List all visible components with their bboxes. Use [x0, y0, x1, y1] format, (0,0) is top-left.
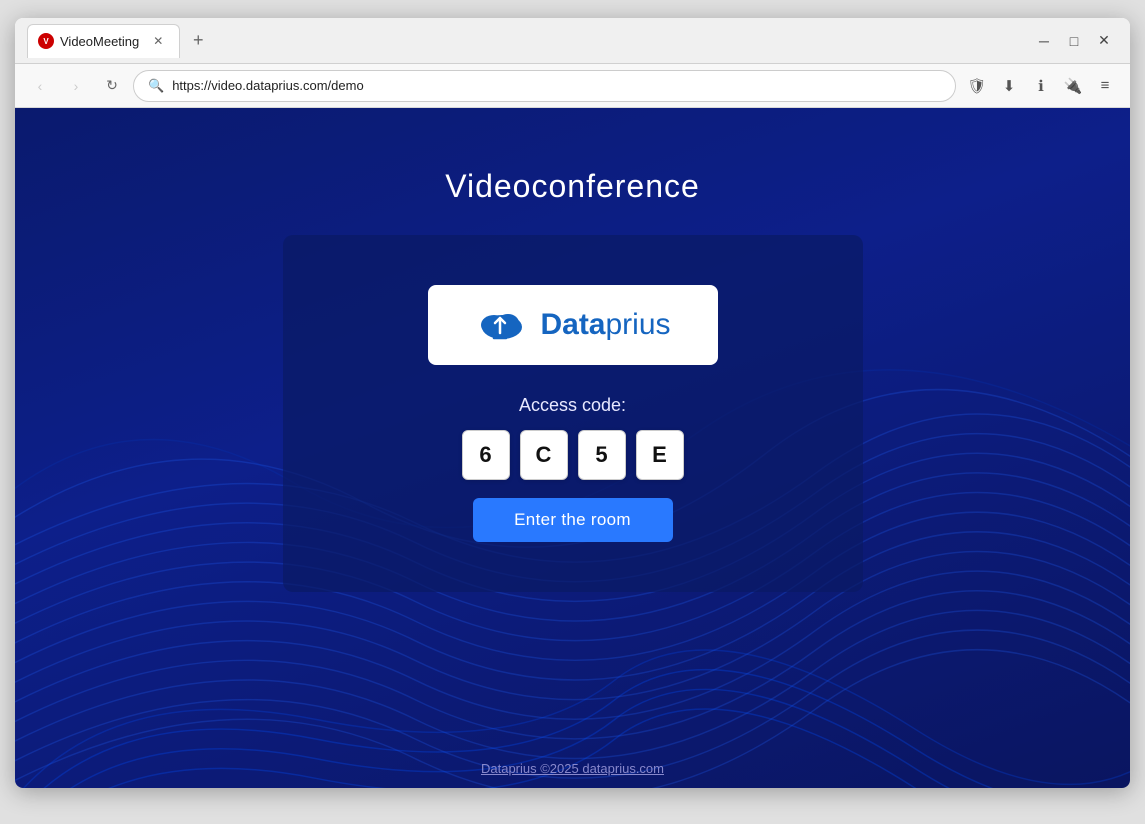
- footer-link[interactable]: Dataprius ©2025 dataprius.com: [481, 761, 664, 776]
- info-icon-button[interactable]: ℹ: [1026, 71, 1056, 101]
- page-title: Videoconference: [445, 168, 700, 205]
- logo-box: Dataprius: [428, 285, 718, 365]
- logo-cloud-icon: [474, 305, 526, 345]
- enter-room-button[interactable]: Enter the room: [473, 498, 673, 542]
- close-button[interactable]: ✕: [1090, 27, 1118, 55]
- page-content: .wave-line { fill: none; stroke: rgba(30…: [15, 108, 1130, 788]
- toolbar-icons: 🛡 ⬇ ℹ 🔌 ≡: [962, 71, 1120, 101]
- browser-window: V VideoMeeting ✕ + ─ □ ✕ ‹ › ↻ 🔍 🛡 ⬇ ℹ 🔌…: [15, 18, 1130, 788]
- pocket-icon-button[interactable]: 🛡: [962, 71, 992, 101]
- new-tab-button[interactable]: +: [184, 27, 212, 55]
- forward-button[interactable]: ›: [61, 71, 91, 101]
- menu-icon-button[interactable]: ≡: [1090, 71, 1120, 101]
- logo-light: prius: [606, 308, 671, 341]
- back-button[interactable]: ‹: [25, 71, 55, 101]
- code-digit-2[interactable]: C: [520, 430, 568, 480]
- tab-bar: V VideoMeeting ✕ +: [27, 24, 1022, 58]
- browser-toolbar: ‹ › ↻ 🔍 🛡 ⬇ ℹ 🔌 ≡: [15, 64, 1130, 108]
- address-bar-wrapper: 🔍: [133, 70, 956, 102]
- minimize-button[interactable]: ─: [1030, 27, 1058, 55]
- code-boxes: 6 C 5 E: [462, 430, 684, 480]
- window-controls: ─ □ ✕: [1030, 27, 1118, 55]
- logo-bold: Data: [540, 308, 605, 341]
- download-icon-button[interactable]: ⬇: [994, 71, 1024, 101]
- tab-close-button[interactable]: ✕: [149, 32, 167, 50]
- active-tab[interactable]: V VideoMeeting ✕: [27, 24, 180, 58]
- logo-text-wrapper: Dataprius: [540, 308, 670, 342]
- access-code-label: Access code:: [519, 395, 626, 416]
- address-bar[interactable]: [172, 78, 941, 93]
- maximize-button[interactable]: □: [1060, 27, 1088, 55]
- tab-title: VideoMeeting: [60, 34, 139, 49]
- code-digit-1[interactable]: 6: [462, 430, 510, 480]
- tab-favicon: V: [38, 33, 54, 49]
- code-digit-3[interactable]: 5: [578, 430, 626, 480]
- search-icon: 🔍: [148, 78, 164, 94]
- reload-button[interactable]: ↻: [97, 71, 127, 101]
- login-card: Dataprius Access code: 6 C 5 E Enter the…: [283, 235, 863, 592]
- extensions-icon-button[interactable]: 🔌: [1058, 71, 1088, 101]
- browser-titlebar: V VideoMeeting ✕ + ─ □ ✕: [15, 18, 1130, 64]
- code-digit-4[interactable]: E: [636, 430, 684, 480]
- footer: Dataprius ©2025 dataprius.com: [15, 760, 1130, 778]
